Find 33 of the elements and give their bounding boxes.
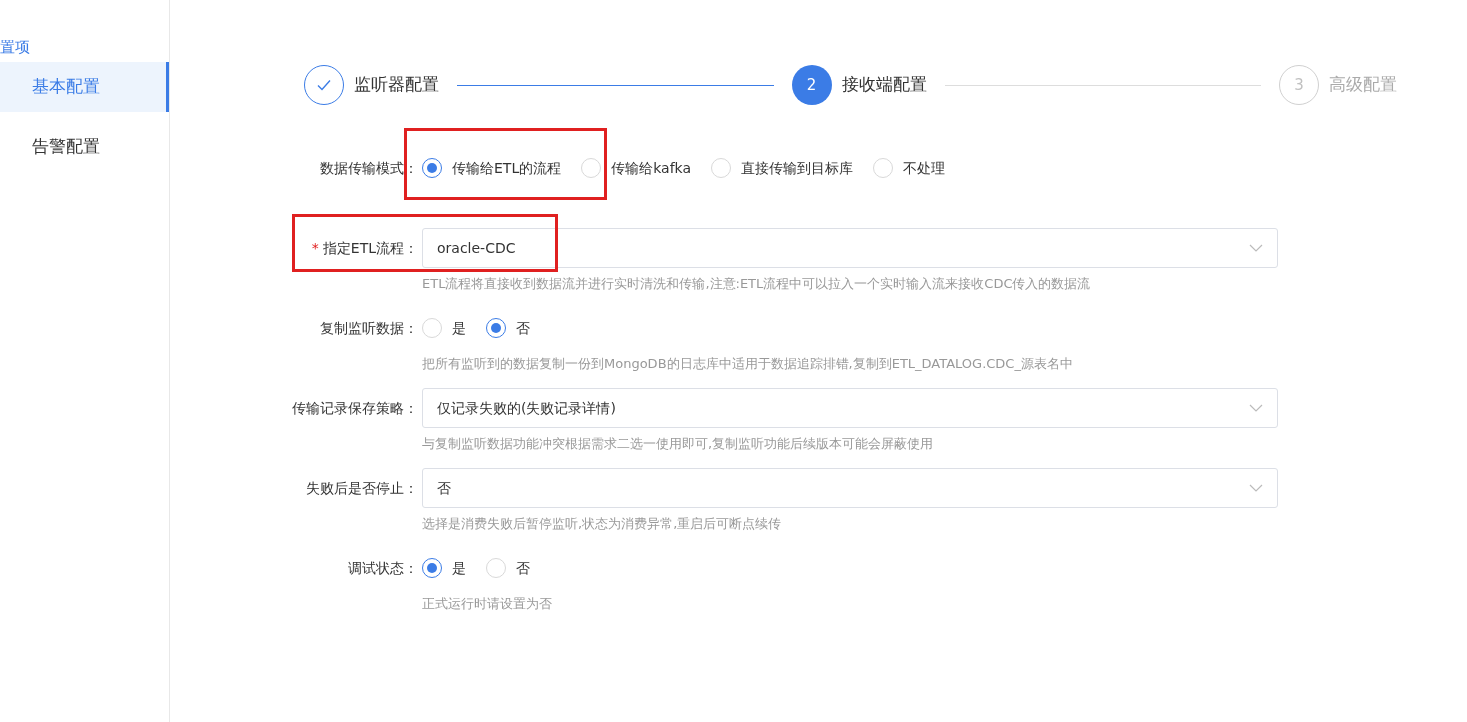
step-number: 3 — [1279, 65, 1319, 105]
radio-option[interactable]: 直接传输到目标库 — [711, 157, 853, 179]
radio-option[interactable]: 否 — [486, 557, 530, 579]
step-label: 接收端配置 — [841, 73, 927, 97]
select-field[interactable]: 仅记录失败的(失败记录详情) — [422, 388, 1278, 428]
radio-option[interactable]: 否 — [486, 317, 530, 339]
field-label: 传输记录保存策略： — [292, 398, 418, 418]
help-text: 把所有监听到的数据复制一份到MongoDB的日志库中适用于数据追踪排错,复制到ETL_DATALOG.CDC_源表名中 — [422, 356, 1073, 371]
select-field[interactable]: 否 — [422, 468, 1278, 508]
help-text: 与复制监听数据功能冲突根据需求二选一使用即可,复制监听功能后续版本可能会屏蔽使用 — [422, 436, 934, 451]
select-field[interactable]: oracle-CDC — [422, 228, 1278, 268]
sidebar-item[interactable]: 告警配置 — [0, 122, 169, 172]
radio-option[interactable]: 传输给kafka — [581, 157, 691, 179]
radio-option[interactable]: 传输给ETL的流程 — [422, 157, 562, 179]
help-text: 正式运行时请设置为否 — [422, 596, 552, 611]
field-label: 指定ETL流程： — [322, 238, 418, 258]
field-label: 失败后是否停止： — [306, 478, 418, 498]
radio-option[interactable]: 不处理 — [873, 157, 945, 179]
chevron-down-icon — [1249, 404, 1263, 412]
step-number: 2 — [791, 65, 832, 105]
help-text: 选择是消费失败后暂停监听,状态为消费异常,重启后可断点续传 — [422, 516, 782, 531]
step-label: 监听器配置 — [354, 73, 439, 97]
chevron-down-icon — [1249, 244, 1263, 252]
required-mark: * — [311, 238, 319, 258]
field-label: 调试状态： — [348, 558, 418, 578]
sidebar-item[interactable]: 基本配置 — [0, 62, 169, 112]
radio-option[interactable]: 是 — [422, 557, 466, 579]
step-label: 高级配置 — [1329, 73, 1397, 97]
radio-option[interactable]: 是 — [422, 317, 466, 339]
field-label: 数据传输模式： — [320, 158, 418, 178]
chevron-down-icon — [1249, 484, 1263, 492]
sidebar-title: 置项 — [0, 37, 30, 58]
field-label: 复制监听数据： — [320, 318, 418, 338]
